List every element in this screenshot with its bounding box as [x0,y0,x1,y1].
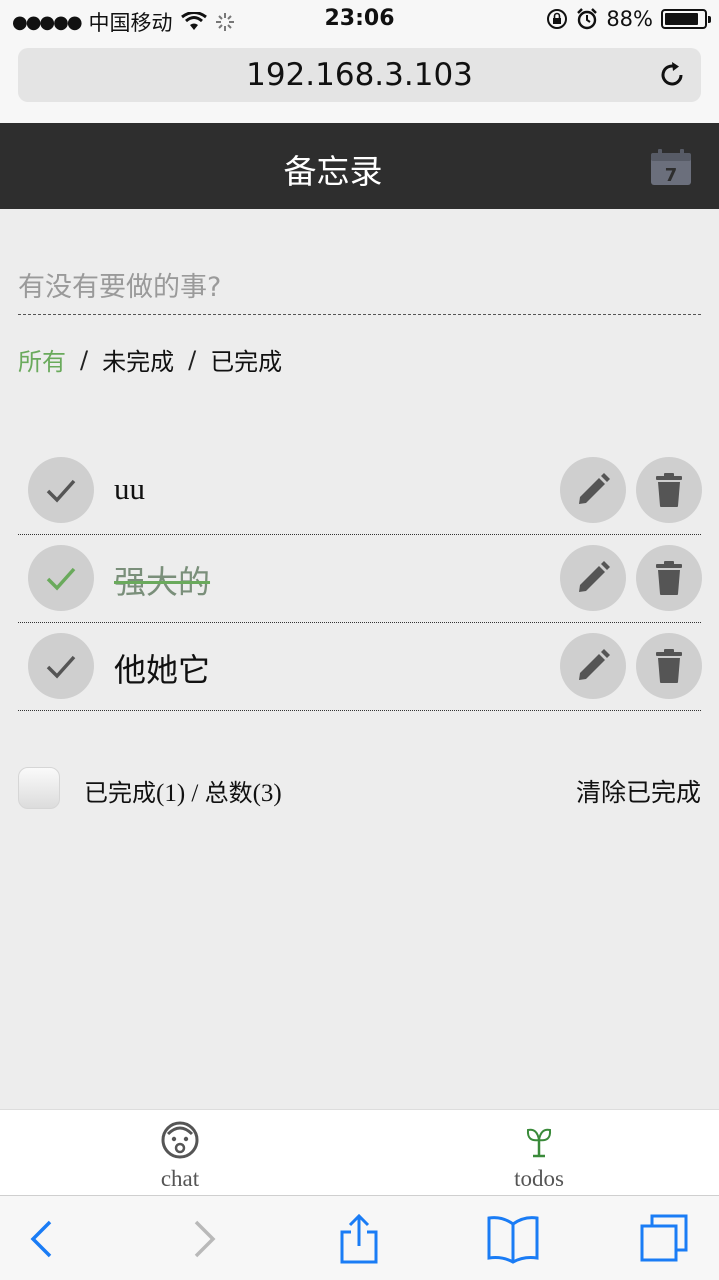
app-tab-bar: chat todos [0,1109,719,1195]
toggle-all-checkbox[interactable] [18,767,60,809]
clear-completed-button[interactable]: 清除已完成 [576,773,701,809]
filter-active[interactable]: 未完成 [102,342,174,377]
todo-list: uu 强大的 他她它 [18,447,702,711]
page-title: 备忘录 [283,152,383,191]
url-text[interactable]: 192.168.3.103 [18,57,701,93]
todo-item: 他她它 [18,623,702,711]
check-icon [46,479,76,503]
battery-icon [661,9,711,29]
app-header: 备忘录 7 [0,123,719,209]
status-bar: ●●●●● 中国移动 23:06 88% [0,0,719,40]
pencil-icon [579,473,610,504]
pencil-icon [579,649,610,680]
calendar-day: 7 [665,165,678,186]
battery-percent: 88% [606,7,653,31]
edit-button[interactable] [560,545,626,611]
tabs-icon[interactable] [640,1214,690,1264]
tab-todos[interactable]: todos [479,1120,599,1192]
todo-toggle[interactable] [28,457,94,523]
forward-icon[interactable] [178,1214,228,1264]
url-bar[interactable]: 192.168.3.103 [18,48,701,102]
alarm-icon [577,8,598,30]
todo-text[interactable]: 他她它 [114,645,210,691]
check-icon [46,567,76,591]
todo-toggle[interactable] [28,633,94,699]
calendar-icon[interactable]: 7 [650,148,692,186]
status-bar-right: 88% [546,7,711,31]
todo-item: 强大的 [18,535,702,623]
new-todo-input[interactable] [18,261,701,315]
delete-button[interactable] [636,545,702,611]
back-icon[interactable] [18,1214,68,1264]
tab-chat[interactable]: chat [120,1120,240,1192]
trash-icon [656,473,682,507]
tab-chat-label: chat [160,1166,200,1191]
count-separator: / [185,780,205,807]
bookmarks-icon[interactable] [486,1214,540,1264]
reload-icon[interactable] [657,60,687,90]
check-icon [46,655,76,679]
filters: 所有 / 未完成 / 已完成 [18,342,282,377]
tab-todos-label: todos [514,1166,564,1191]
sprout-icon [526,1128,552,1158]
todo-main: 所有 / 未完成 / 已完成 uu [0,209,719,1109]
trash-icon [656,561,682,595]
done-count: (1) [156,780,186,807]
browser-toolbar [0,1195,719,1280]
todo-text[interactable]: 强大的 [114,557,210,603]
filter-separator: / [188,345,197,374]
todo-footer: 已完成(1) / 总数(3) 清除已完成 [18,765,701,811]
filter-all[interactable]: 所有 [18,342,66,377]
browser-address-area: 192.168.3.103 [0,40,719,123]
total-count: (3) [252,780,282,807]
todo-toggle[interactable] [28,545,94,611]
todo-count: 已完成(1) / 总数(3) [84,773,282,808]
delete-button[interactable] [636,633,702,699]
filter-separator: / [80,345,89,374]
delete-button[interactable] [636,457,702,523]
filter-completed[interactable]: 已完成 [210,342,282,377]
share-icon[interactable] [334,1214,384,1264]
todo-item: uu [18,447,702,535]
edit-button[interactable] [560,633,626,699]
rotation-lock-icon [547,9,568,29]
done-label: 已完成 [84,779,156,807]
trash-icon [656,649,682,683]
battery-fill [665,13,699,25]
pencil-icon [579,561,610,592]
edit-button[interactable] [560,457,626,523]
todo-text[interactable]: uu [114,471,145,507]
total-label: 总数 [204,779,253,807]
baby-face-icon [161,1121,199,1159]
